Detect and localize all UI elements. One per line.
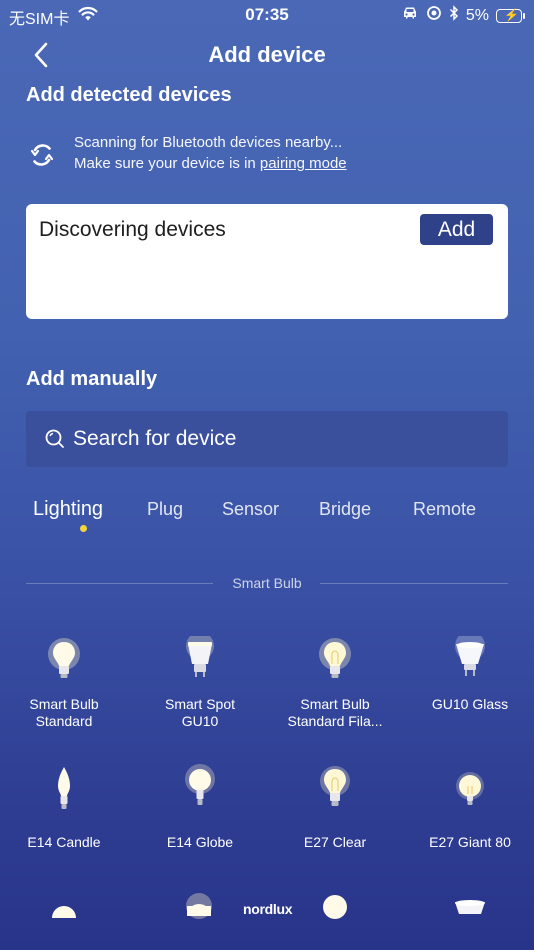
product-smart-bulb-standard[interactable]: Smart Bulb Standard xyxy=(0,636,129,730)
product-partial-2[interactable] xyxy=(185,892,213,925)
pairing-mode-link[interactable]: pairing mode xyxy=(260,155,347,172)
battery-percent: 5% xyxy=(465,6,489,24)
tab-remote[interactable]: Remote xyxy=(413,499,476,520)
tab-plug[interactable]: Plug xyxy=(147,499,183,520)
product-gu10-glass[interactable]: GU10 Glass xyxy=(405,636,534,713)
car-icon xyxy=(401,6,419,25)
location-lock-icon xyxy=(426,5,442,26)
product-label: GU10 Glass xyxy=(431,696,509,712)
smart-bulb-filament-icon xyxy=(319,638,351,678)
search-input[interactable]: Search for device xyxy=(26,411,508,467)
gu10-glass-icon xyxy=(455,636,485,676)
pairing-hint: Make sure your device is in pairing mode xyxy=(74,155,347,172)
divider-right xyxy=(320,583,508,584)
e14-globe-icon xyxy=(185,764,215,805)
status-bar: 无SIM卡 07:35 5% ⚡ xyxy=(0,0,534,30)
refresh-icon xyxy=(28,140,56,170)
search-placeholder: Search for device xyxy=(73,427,237,450)
e27-clear-icon xyxy=(320,766,350,806)
status-icons: 5% ⚡ xyxy=(401,5,525,26)
add-button[interactable]: Add xyxy=(420,214,493,245)
battery-charging-icon: ⚡ xyxy=(496,8,525,23)
downlight-icon xyxy=(455,900,485,914)
discovered-devices-card: Discovering devices Add xyxy=(26,204,508,319)
nordlux-logo: nordlux xyxy=(243,901,293,917)
product-partial-4[interactable] xyxy=(453,898,487,925)
product-e14-candle[interactable]: E14 Candle xyxy=(0,764,129,851)
discovering-title: Discovering devices xyxy=(39,218,226,241)
product-label: Smart Bulb Standard Fila... xyxy=(287,696,383,729)
product-smart-spot-gu10[interactable]: Smart Spot GU10 xyxy=(135,636,265,730)
tab-bridge[interactable]: Bridge xyxy=(319,499,371,520)
manual-section-title: Add manually xyxy=(26,368,158,390)
product-label: E14 Candle xyxy=(27,834,101,850)
bluetooth-icon xyxy=(449,5,459,26)
product-label: Smart Spot GU10 xyxy=(164,696,236,729)
e14-candle-icon xyxy=(58,767,70,809)
active-tab-indicator xyxy=(80,525,87,532)
product-e27-giant-80[interactable]: E27 Giant 80 xyxy=(405,764,534,851)
bulb-icon xyxy=(323,895,347,919)
product-e14-globe[interactable]: E14 Globe xyxy=(135,764,265,851)
pairing-hint-text: Make sure your device is in xyxy=(74,155,260,172)
product-label: Smart Bulb Standard xyxy=(29,696,99,729)
product-label: E14 Globe xyxy=(166,834,234,850)
product-partial-1[interactable] xyxy=(50,900,78,925)
page-title: Add device xyxy=(208,42,326,67)
product-partial-3[interactable] xyxy=(321,894,349,925)
detected-section-title: Add detected devices xyxy=(26,84,232,106)
tab-sensor[interactable]: Sensor xyxy=(222,499,279,520)
product-label: E27 Clear xyxy=(303,834,367,850)
bulb-icon xyxy=(52,906,76,918)
smart-spot-gu10-icon xyxy=(186,636,214,677)
smart-bulb-standard-icon xyxy=(48,638,80,678)
product-e27-clear[interactable]: E27 Clear xyxy=(270,764,400,851)
e27-giant-80-icon xyxy=(456,772,484,805)
product-smart-bulb-filament[interactable]: Smart Bulb Standard Fila... xyxy=(270,636,400,730)
product-label: E27 Giant 80 xyxy=(429,834,511,850)
search-icon xyxy=(44,428,66,455)
tab-lighting[interactable]: Lighting xyxy=(33,498,103,521)
scan-status-text: Scanning for Bluetooth devices nearby... xyxy=(74,134,343,151)
bulb-icon xyxy=(186,893,212,919)
